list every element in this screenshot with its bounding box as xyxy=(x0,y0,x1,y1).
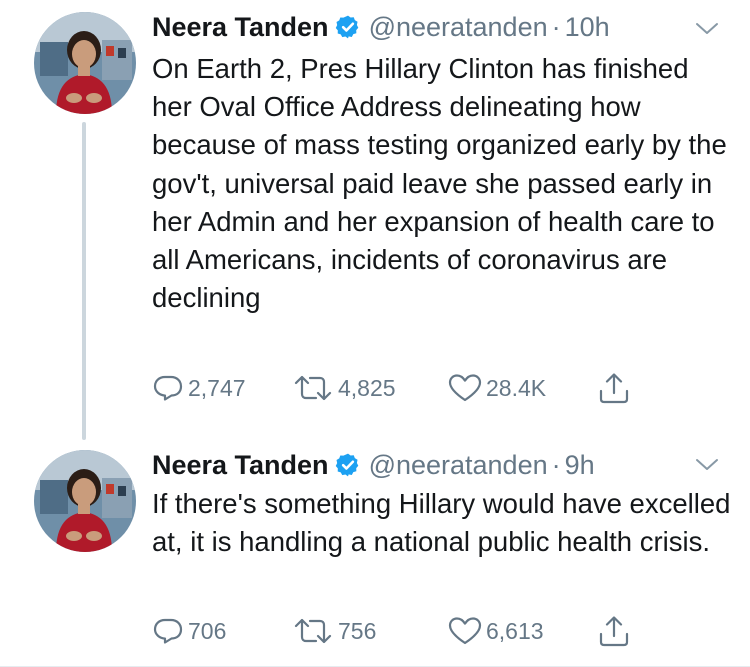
timestamp[interactable]: 10h xyxy=(565,12,610,43)
tweet-text: On Earth 2, Pres Hillary Clinton has fin… xyxy=(152,53,727,314)
chevron-down-icon[interactable] xyxy=(694,456,720,474)
retweet-count: 4,825 xyxy=(338,374,396,401)
avatar-image xyxy=(34,12,136,114)
tweet-actions: 706 756 6,613 xyxy=(152,614,712,648)
reply-button[interactable]: 2,747 xyxy=(152,371,246,405)
tweet-actions: 2,747 4,825 28.4K xyxy=(152,371,712,405)
author-name[interactable]: Neera Tanden xyxy=(152,12,329,43)
retweet-count: 756 xyxy=(338,617,377,644)
verified-badge-icon xyxy=(335,14,361,40)
retweet-button[interactable]: 756 xyxy=(292,614,376,648)
like-button[interactable]: 6,613 xyxy=(448,614,544,648)
author-handle[interactable]: @neeratanden xyxy=(369,12,548,43)
thread-connector-line xyxy=(82,122,86,440)
reply-icon xyxy=(153,375,183,401)
separator-dot: · xyxy=(551,11,561,42)
tweet-header: Neera Tanden @neeratanden · 9h xyxy=(152,448,595,482)
reply-count: 706 xyxy=(188,617,227,644)
verified-badge-icon xyxy=(335,452,361,478)
separator-dot: · xyxy=(551,449,561,480)
like-button[interactable]: 28.4K xyxy=(448,371,546,405)
reply-button[interactable]: 706 xyxy=(152,614,226,648)
retweet-icon xyxy=(294,618,332,644)
like-count: 6,613 xyxy=(486,617,544,644)
author-handle[interactable]: @neeratanden xyxy=(369,450,548,481)
tweet-header: Neera Tanden @neeratanden · 10h xyxy=(152,10,610,44)
timestamp[interactable]: 9h xyxy=(565,450,595,481)
tweet[interactable]: Neera Tanden @neeratanden · 9h If there'… xyxy=(0,434,750,667)
share-button[interactable] xyxy=(596,614,632,648)
retweet-icon xyxy=(294,375,332,401)
avatar[interactable] xyxy=(34,12,136,114)
retweet-button[interactable]: 4,825 xyxy=(292,371,396,405)
tweet[interactable]: Neera Tanden @neeratanden · 10h On Earth… xyxy=(0,0,750,440)
like-count: 28.4K xyxy=(486,374,547,401)
heart-icon xyxy=(448,374,482,402)
share-icon xyxy=(599,373,629,404)
author-name[interactable]: Neera Tanden xyxy=(152,450,329,481)
chevron-down-icon[interactable] xyxy=(694,20,720,38)
share-icon xyxy=(599,616,629,647)
heart-icon xyxy=(448,617,482,645)
share-button[interactable] xyxy=(596,371,632,405)
reply-count: 2,747 xyxy=(188,374,246,401)
avatar[interactable] xyxy=(34,450,136,552)
tweet-text: If there's something Hillary would have … xyxy=(152,488,731,558)
avatar-image xyxy=(34,450,136,552)
tweet-thread: Neera Tanden @neeratanden · 10h On Earth… xyxy=(0,0,750,667)
reply-icon xyxy=(153,618,183,644)
